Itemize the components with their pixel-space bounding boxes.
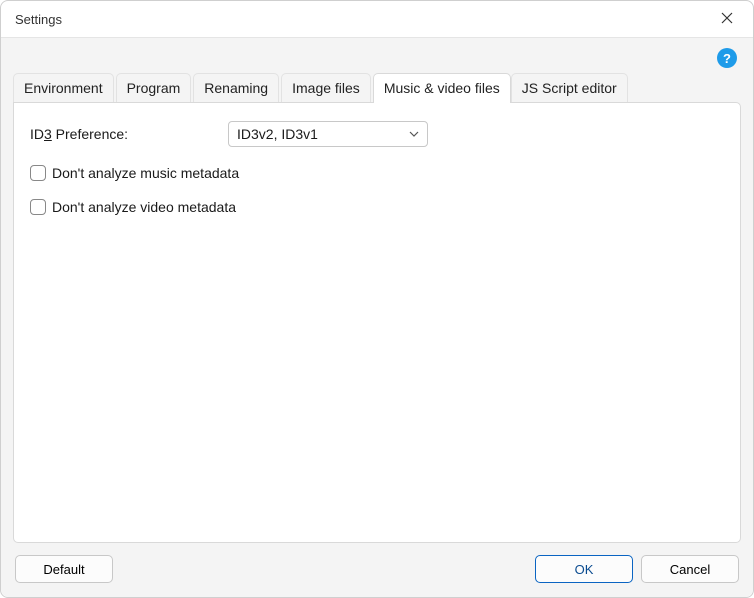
body-area: ? Environment Program Renaming Image fil… xyxy=(1,37,753,597)
settings-window: Settings ? Environment Program Renaming … xyxy=(0,0,754,598)
titlebar: Settings xyxy=(1,1,753,37)
id3-preference-row: ID3 Preference: ID3v2, ID3v1 xyxy=(30,121,724,147)
ok-button[interactable]: OK xyxy=(535,555,633,583)
close-icon xyxy=(721,11,733,28)
tab-image-files[interactable]: Image files xyxy=(281,73,371,103)
id3-preference-label: ID3 Preference: xyxy=(30,126,228,142)
close-button[interactable] xyxy=(711,5,743,33)
dont-analyze-video-row: Don't analyze video metadata xyxy=(30,199,724,215)
dont-analyze-music-label: Don't analyze music metadata xyxy=(52,165,239,181)
tab-label: Environment xyxy=(24,80,103,96)
dont-analyze-video-label: Don't analyze video metadata xyxy=(52,199,236,215)
dont-analyze-music-checkbox[interactable] xyxy=(30,165,46,181)
tab-label: Renaming xyxy=(204,80,268,96)
help-button[interactable]: ? xyxy=(717,48,737,68)
id3-preference-select[interactable]: ID3v2, ID3v1 xyxy=(228,121,428,147)
tab-label: Program xyxy=(127,80,181,96)
chevron-down-icon xyxy=(409,129,419,140)
tab-music-video-files[interactable]: Music & video files xyxy=(373,73,511,103)
footer: Default OK Cancel xyxy=(1,543,753,597)
tab-renaming[interactable]: Renaming xyxy=(193,73,279,103)
tab-label: Image files xyxy=(292,80,360,96)
tab-label: Music & video files xyxy=(384,80,500,96)
tab-label: JS Script editor xyxy=(522,80,617,96)
tab-environment[interactable]: Environment xyxy=(13,73,114,103)
help-icon: ? xyxy=(723,51,731,66)
button-label: OK xyxy=(575,562,594,577)
window-title: Settings xyxy=(15,12,711,27)
id3-preference-value: ID3v2, ID3v1 xyxy=(237,126,318,142)
help-row: ? xyxy=(1,38,753,70)
tab-js-script-editor[interactable]: JS Script editor xyxy=(511,73,628,103)
default-button[interactable]: Default xyxy=(15,555,113,583)
cancel-button[interactable]: Cancel xyxy=(641,555,739,583)
button-label: Cancel xyxy=(670,562,710,577)
dont-analyze-video-checkbox[interactable] xyxy=(30,199,46,215)
button-label: Default xyxy=(43,562,84,577)
tab-panel-music-video: ID3 Preference: ID3v2, ID3v1 Don't analy… xyxy=(13,102,741,543)
dont-analyze-music-row: Don't analyze music metadata xyxy=(30,165,724,181)
tab-program[interactable]: Program xyxy=(116,73,192,103)
tabbar: Environment Program Renaming Image files… xyxy=(1,72,753,102)
